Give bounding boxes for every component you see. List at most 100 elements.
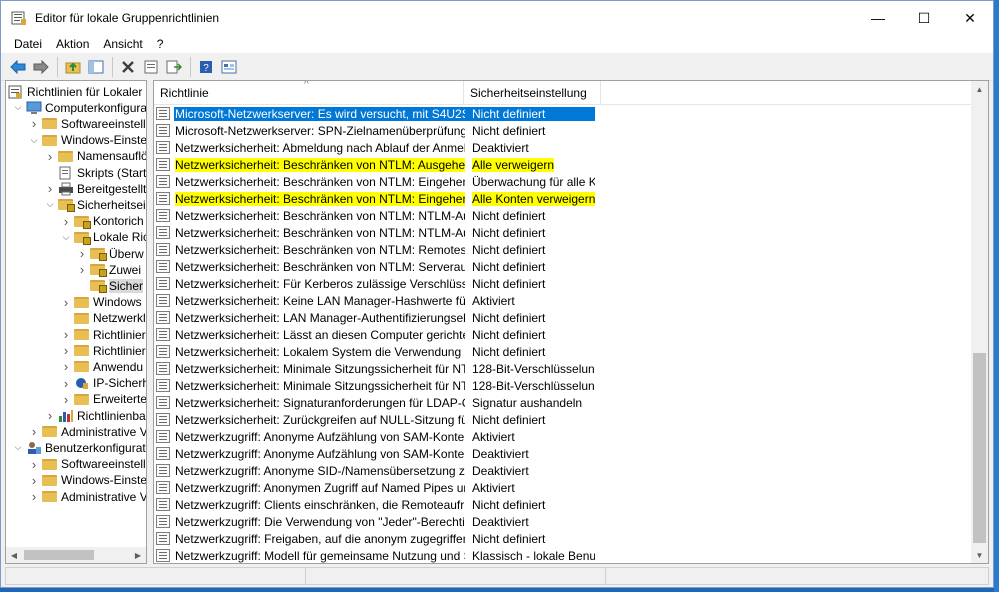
- policy-row[interactable]: Netzwerksicherheit: LAN Manager-Authenti…: [154, 309, 974, 326]
- expand-chevron-icon[interactable]: ›: [28, 116, 40, 131]
- policy-row[interactable]: Netzwerksicherheit: Abmeldung nach Ablau…: [154, 139, 974, 156]
- tree-item[interactable]: ⌵ Windows-Einstell: [28, 132, 146, 149]
- tree-item[interactable]: › Softwareeinstellu: [28, 456, 146, 473]
- collapse-chevron-icon[interactable]: ⌵: [44, 199, 56, 211]
- menu-help[interactable]: ?: [150, 37, 171, 51]
- up-folder-icon[interactable]: [62, 57, 84, 77]
- policy-row[interactable]: Netzwerkzugriff: Die Verwendung von "Jed…: [154, 513, 974, 530]
- tree-item[interactable]: › Windows-Einstell: [28, 472, 146, 489]
- collapse-chevron-icon[interactable]: ⌵: [60, 231, 72, 243]
- policy-row[interactable]: Netzwerksicherheit: Beschränken von NTLM…: [154, 241, 974, 258]
- tree-item[interactable]: › Zuwei: [76, 261, 141, 278]
- tree-item[interactable]: › Administrative Vo: [28, 488, 146, 505]
- scroll-up-arrow-icon[interactable]: ▲: [971, 81, 988, 97]
- tree-item[interactable]: ⌵ Computerkonfigurat: [12, 99, 146, 116]
- policy-row[interactable]: Microsoft-Netzwerkserver: SPN-Zielnamenü…: [154, 122, 974, 139]
- scroll-right-arrow-icon[interactable]: ▶: [130, 547, 146, 563]
- tree-item[interactable]: ⌵ Benutzerkonfiguratio: [12, 439, 146, 456]
- policy-row[interactable]: Netzwerksicherheit: Für Kerberos zulässi…: [154, 275, 974, 292]
- tree-item[interactable]: Sicher: [76, 277, 144, 294]
- policy-row[interactable]: Microsoft-Netzwerkserver: Es wird versuc…: [154, 105, 974, 122]
- expand-chevron-icon[interactable]: ›: [28, 489, 40, 504]
- expand-chevron-icon[interactable]: ›: [60, 376, 72, 391]
- policy-row[interactable]: Netzwerksicherheit: Beschränken von NTLM…: [154, 207, 974, 224]
- scroll-down-arrow-icon[interactable]: ▼: [971, 547, 988, 563]
- policy-row[interactable]: Netzwerksicherheit: Lässt an diesen Comp…: [154, 326, 974, 343]
- tree-item[interactable]: › Überw: [76, 245, 144, 262]
- tree-item[interactable]: › Richtlinienbas: [44, 407, 146, 424]
- tree-item[interactable]: › IP-Sicherh: [60, 375, 146, 392]
- policy-row[interactable]: Netzwerksicherheit: Beschränken von NTLM…: [154, 224, 974, 241]
- properties-icon[interactable]: [140, 57, 162, 77]
- expand-chevron-icon[interactable]: ›: [60, 295, 72, 310]
- title-bar[interactable]: Editor für lokale Gruppenrichtlinien — ☐…: [1, 1, 993, 35]
- expand-chevron-icon[interactable]: ›: [44, 149, 56, 164]
- list-scroll-thumb[interactable]: [973, 353, 986, 543]
- tree-item[interactable]: › Namensauflö: [44, 148, 146, 165]
- policy-row[interactable]: Netzwerksicherheit: Minimale Sitzungssic…: [154, 377, 974, 394]
- delete-icon[interactable]: [117, 57, 139, 77]
- policy-row[interactable]: Netzwerksicherheit: Zurückgreifen auf NU…: [154, 411, 974, 428]
- help-icon[interactable]: ?: [195, 57, 217, 77]
- forward-arrow-icon[interactable]: [30, 57, 52, 77]
- expand-chevron-icon[interactable]: ›: [76, 262, 88, 277]
- tree-item[interactable]: › Erweiterte: [60, 391, 146, 408]
- policy-row[interactable]: Netzwerksicherheit: Minimale Sitzungssic…: [154, 360, 974, 377]
- policy-row[interactable]: Netzwerkzugriff: Anonyme SID-/Namensüber…: [154, 462, 974, 479]
- policy-row[interactable]: Netzwerksicherheit: Beschränken von NTLM…: [154, 156, 974, 173]
- expand-chevron-icon[interactable]: ›: [44, 408, 56, 423]
- policy-row[interactable]: Netzwerkzugriff: Clients einschränken, d…: [154, 496, 974, 513]
- maximize-button[interactable]: ☐: [901, 1, 947, 35]
- policy-row[interactable]: Netzwerksicherheit: Signaturanforderunge…: [154, 394, 974, 411]
- back-arrow-icon[interactable]: [7, 57, 29, 77]
- tree-item[interactable]: › Kontorich: [60, 213, 144, 230]
- close-button[interactable]: ✕: [947, 1, 993, 35]
- scroll-left-arrow-icon[interactable]: ◀: [6, 547, 22, 563]
- expand-chevron-icon[interactable]: ›: [28, 457, 40, 472]
- expand-chevron-icon[interactable]: ›: [28, 473, 40, 488]
- tree-item[interactable]: › Softwareeinstellu: [28, 115, 146, 132]
- tree-item[interactable]: › Richtlinier: [60, 326, 146, 343]
- expand-chevron-icon[interactable]: ›: [60, 392, 72, 407]
- tree-item[interactable]: › Richtlinier: [60, 342, 146, 359]
- expand-chevron-icon[interactable]: ›: [60, 214, 72, 229]
- show-hide-tree-icon[interactable]: [85, 57, 107, 77]
- policy-row[interactable]: Netzwerksicherheit: Beschränken von NTLM…: [154, 190, 974, 207]
- expand-chevron-icon[interactable]: ›: [76, 246, 88, 261]
- menu-ansicht[interactable]: Ansicht: [96, 37, 149, 51]
- tree-item[interactable]: › Windows: [60, 294, 142, 311]
- menu-aktion[interactable]: Aktion: [49, 37, 96, 51]
- expand-chevron-icon[interactable]: ›: [60, 359, 72, 374]
- collapse-chevron-icon[interactable]: ⌵: [12, 102, 24, 114]
- minimize-button[interactable]: —: [855, 1, 901, 35]
- tree-item[interactable]: › Anwendu: [60, 358, 143, 375]
- tree-item[interactable]: › Administrative Vo: [28, 423, 146, 440]
- collapse-chevron-icon[interactable]: ⌵: [12, 442, 24, 454]
- policy-row[interactable]: Netzwerksicherheit: Lokalem System die V…: [154, 343, 974, 360]
- tree-item[interactable]: Richtlinien für Lokaler Co: [6, 83, 146, 100]
- policy-row[interactable]: Netzwerksicherheit: Beschränken von NTLM…: [154, 173, 974, 190]
- policy-row[interactable]: Netzwerksicherheit: Keine LAN Manager-Ha…: [154, 292, 974, 309]
- menu-datei[interactable]: Datei: [7, 37, 49, 51]
- tree-item[interactable]: ⌵ Lokale Ric: [60, 229, 146, 246]
- collapse-chevron-icon[interactable]: ⌵: [28, 134, 40, 146]
- policy-row[interactable]: Netzwerksicherheit: Beschränken von NTLM…: [154, 258, 974, 275]
- expand-chevron-icon[interactable]: ›: [28, 424, 40, 439]
- tree-item[interactable]: Netzwerkl: [60, 310, 146, 327]
- tree-scroll-thumb[interactable]: [24, 550, 94, 560]
- navigation-tree[interactable]: › Administrative Vo › Windows-Einstell › Soft…: [5, 80, 147, 564]
- tree-item[interactable]: ⌵ Sicherheitseir: [44, 196, 146, 213]
- policy-row[interactable]: Netzwerkzugriff: Anonyme Aufzählung von …: [154, 428, 974, 445]
- policy-row[interactable]: Netzwerkzugriff: Freigaben, auf die anon…: [154, 530, 974, 547]
- column-header-richtlinie[interactable]: Richtlinie: [154, 81, 464, 105]
- tree-horizontal-scrollbar[interactable]: ◀ ▶: [6, 547, 146, 563]
- expand-chevron-icon[interactable]: ›: [60, 327, 72, 342]
- tree-item[interactable]: › Bereitgestellte: [44, 180, 146, 197]
- policy-row[interactable]: Netzwerkzugriff: Modell für gemeinsame N…: [154, 547, 974, 563]
- policy-row[interactable]: Netzwerkzugriff: Anonyme Aufzählung von …: [154, 445, 974, 462]
- expand-chevron-icon[interactable]: ›: [44, 181, 56, 196]
- export-list-icon[interactable]: [163, 57, 185, 77]
- list-vertical-scrollbar[interactable]: ▲ ▼: [971, 81, 988, 563]
- expand-chevron-icon[interactable]: ›: [60, 343, 72, 358]
- tree-item[interactable]: Skripts (Start/: [44, 164, 146, 181]
